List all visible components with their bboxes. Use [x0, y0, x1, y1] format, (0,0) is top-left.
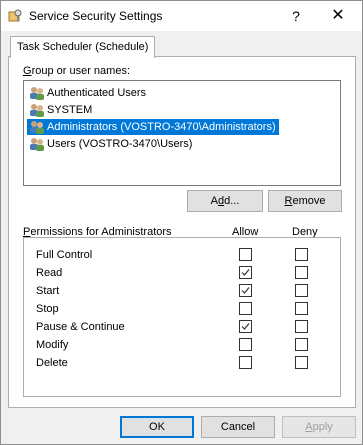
permission-name: Read	[36, 267, 63, 279]
permission-row: Pause & Continue	[24, 318, 340, 336]
apply-button[interactable]: Apply	[282, 416, 356, 438]
list-item-selected[interactable]: Administrators (VOSTRO-3470\Administrato…	[27, 119, 279, 135]
tab-panel: Group or user names: Authenticated Users…	[8, 56, 356, 408]
permission-row: Start	[24, 282, 340, 300]
permission-name: Start	[36, 285, 60, 297]
user-group-icon	[29, 120, 45, 134]
user-group-icon	[29, 103, 45, 117]
permission-row: Modify	[24, 336, 340, 354]
ok-button[interactable]: OK	[120, 416, 194, 438]
group-user-list[interactable]: Authenticated Users SYSTEM Administrator…	[23, 80, 341, 186]
dialog-title: Service Security Settings	[29, 9, 163, 23]
list-item[interactable]: Authenticated Users	[27, 85, 149, 101]
list-item-label: Users (VOSTRO-3470\Users)	[47, 138, 193, 150]
permission-name: Modify	[36, 339, 69, 351]
list-item[interactable]: Users (VOSTRO-3470\Users)	[27, 136, 195, 152]
allow-checkbox[interactable]	[239, 284, 252, 297]
allow-checkbox[interactable]	[239, 338, 252, 351]
add-button[interactable]: Add...	[187, 190, 263, 212]
user-group-icon	[29, 86, 45, 100]
tab-task-scheduler[interactable]: Task Scheduler (Schedule)	[10, 36, 156, 58]
allow-checkbox[interactable]	[239, 248, 252, 261]
permission-name: Full Control	[36, 249, 93, 261]
list-item[interactable]: SYSTEM	[27, 102, 95, 118]
group-names-label: Group or user names:	[23, 65, 130, 77]
check-icon	[241, 323, 250, 330]
list-item-label: SYSTEM	[47, 104, 93, 116]
cancel-button[interactable]: Cancel	[201, 416, 275, 438]
allow-checkbox[interactable]	[239, 302, 252, 315]
permission-row: Stop	[24, 300, 340, 318]
allow-checkbox[interactable]	[239, 266, 252, 279]
deny-checkbox[interactable]	[295, 284, 308, 297]
list-item-label: Administrators (VOSTRO-3470\Administrato…	[47, 121, 276, 133]
title-bar[interactable]: Service Security Settings ? ✕	[1, 1, 362, 31]
close-button[interactable]: ✕	[316, 2, 360, 30]
deny-checkbox[interactable]	[295, 338, 308, 351]
allow-checkbox[interactable]	[239, 320, 252, 333]
help-button[interactable]: ?	[286, 5, 306, 27]
permissions-list: Full Control Read Start Stop Pause & Con	[23, 237, 341, 397]
permission-name: Stop	[36, 303, 59, 315]
permission-row: Read	[24, 264, 340, 282]
deny-checkbox[interactable]	[295, 248, 308, 261]
check-icon	[241, 287, 250, 294]
permission-row: Full Control	[24, 246, 340, 264]
list-item-label: Authenticated Users	[47, 87, 147, 99]
deny-checkbox[interactable]	[295, 266, 308, 279]
permission-name: Pause & Continue	[36, 321, 125, 333]
security-settings-icon	[7, 8, 23, 24]
deny-checkbox[interactable]	[295, 320, 308, 333]
permission-name: Delete	[36, 357, 68, 369]
user-group-icon	[29, 137, 45, 151]
permission-row: Delete	[24, 354, 340, 372]
deny-checkbox[interactable]	[295, 302, 308, 315]
allow-checkbox[interactable]	[239, 356, 252, 369]
deny-checkbox[interactable]	[295, 356, 308, 369]
check-icon	[241, 269, 250, 276]
dialog-window: Service Security Settings ? ✕ Task Sched…	[0, 0, 363, 445]
remove-button[interactable]: Remove	[268, 190, 342, 212]
